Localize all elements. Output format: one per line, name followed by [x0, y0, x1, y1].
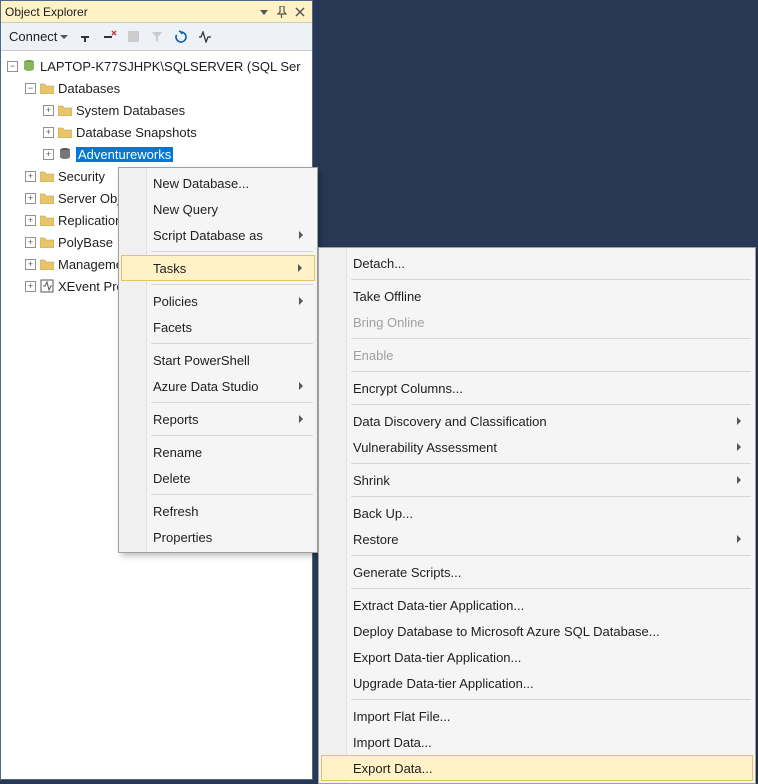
- tasks-item-generate-scripts[interactable]: Generate Scripts...: [321, 559, 753, 585]
- menu-item-facets[interactable]: Facets: [121, 314, 315, 340]
- context-menu-tasks: Detach... Take OfflineBring Online Enable E…: [318, 247, 756, 784]
- menu-item-delete[interactable]: Delete: [121, 465, 315, 491]
- menu-item-start-powershell[interactable]: Start PowerShell: [121, 347, 315, 373]
- tasks-item-import-flat-file[interactable]: Import Flat File...: [321, 703, 753, 729]
- pin-icon[interactable]: [274, 4, 290, 20]
- tasks-item-import-data[interactable]: Import Data...: [321, 729, 753, 755]
- tasks-item-vulnerability-assessment[interactable]: Vulnerability Assessment: [321, 434, 753, 460]
- folder-icon: [39, 212, 55, 228]
- tasks-item-extract-data-tier-application[interactable]: Extract Data-tier Application...: [321, 592, 753, 618]
- context-menu-database: New Database...New QueryScript Database …: [118, 167, 318, 553]
- filter-icon: [147, 26, 167, 48]
- tasks-item-enable: Enable: [321, 342, 753, 368]
- menu-item-policies[interactable]: Policies: [121, 288, 315, 314]
- server-icon: [21, 58, 37, 74]
- tasks-item-export-data[interactable]: Export Data...: [321, 755, 753, 781]
- menu-item-new-query[interactable]: New Query: [121, 196, 315, 222]
- tasks-item-deploy-database-to-microsoft-azure-sql-database[interactable]: Deploy Database to Microsoft Azure SQL D…: [321, 618, 753, 644]
- tree-node-databases[interactable]: − Databases: [1, 77, 312, 99]
- menu-separator: [151, 402, 313, 403]
- disconnect-all-icon[interactable]: [99, 26, 119, 48]
- folder-icon: [39, 80, 55, 96]
- menu-separator: [351, 404, 751, 405]
- tree-node-server[interactable]: − LAPTOP-K77SJHPK\SQLSERVER (SQL Ser: [1, 55, 312, 77]
- panel-title: Object Explorer: [5, 5, 254, 19]
- tree-node-snapshots[interactable]: + Database Snapshots: [1, 121, 312, 143]
- menu-separator: [351, 463, 751, 464]
- folder-icon: [57, 124, 73, 140]
- menu-separator: [151, 494, 313, 495]
- disconnect-icon[interactable]: [75, 26, 95, 48]
- menu-item-new-database[interactable]: New Database...: [121, 170, 315, 196]
- menu-separator: [351, 588, 751, 589]
- expand-icon[interactable]: +: [43, 149, 54, 160]
- toolbar: Connect: [1, 23, 312, 51]
- menu-item-azure-data-studio[interactable]: Azure Data Studio: [121, 373, 315, 399]
- menu-separator: [351, 555, 751, 556]
- expand-icon[interactable]: +: [25, 215, 36, 226]
- expand-icon[interactable]: +: [25, 171, 36, 182]
- menu-item-rename[interactable]: Rename: [121, 439, 315, 465]
- menu-item-script-database-as[interactable]: Script Database as: [121, 222, 315, 248]
- tasks-item-export-data-tier-application[interactable]: Export Data-tier Application...: [321, 644, 753, 670]
- expand-icon[interactable]: +: [25, 193, 36, 204]
- collapse-icon[interactable]: −: [25, 83, 36, 94]
- tasks-item-bring-online: Bring Online: [321, 309, 753, 335]
- collapse-icon[interactable]: −: [7, 61, 18, 72]
- panel-header: Object Explorer: [1, 1, 312, 23]
- tasks-item-upgrade-data-tier-application[interactable]: Upgrade Data-tier Application...: [321, 670, 753, 696]
- folder-icon: [39, 190, 55, 206]
- expand-icon[interactable]: +: [25, 237, 36, 248]
- tasks-item-back-up[interactable]: Back Up...: [321, 500, 753, 526]
- folder-icon: [39, 168, 55, 184]
- expand-icon[interactable]: +: [25, 281, 36, 292]
- menu-separator: [351, 496, 751, 497]
- menu-separator: [351, 371, 751, 372]
- menu-item-refresh[interactable]: Refresh: [121, 498, 315, 524]
- menu-separator: [151, 343, 313, 344]
- tree-node-system-databases[interactable]: + System Databases: [1, 99, 312, 121]
- tasks-item-detach[interactable]: Detach...: [321, 250, 753, 276]
- folder-icon: [57, 102, 73, 118]
- stop-icon: [123, 26, 143, 48]
- menu-separator: [151, 435, 313, 436]
- tasks-item-data-discovery-and-classification[interactable]: Data Discovery and Classification: [321, 408, 753, 434]
- tasks-item-take-offline[interactable]: Take Offline: [321, 283, 753, 309]
- database-icon: [57, 146, 73, 162]
- close-icon[interactable]: [292, 4, 308, 20]
- connect-button[interactable]: Connect: [5, 26, 71, 48]
- activity-icon[interactable]: [195, 26, 215, 48]
- menu-item-properties[interactable]: Properties: [121, 524, 315, 550]
- tree-node-adventureworks[interactable]: + Adventureworks: [1, 143, 312, 165]
- menu-separator: [351, 699, 751, 700]
- menu-separator: [151, 251, 313, 252]
- folder-icon: [39, 256, 55, 272]
- expand-icon[interactable]: +: [25, 259, 36, 270]
- expand-icon[interactable]: +: [43, 127, 54, 138]
- menu-item-tasks[interactable]: Tasks: [121, 255, 315, 281]
- menu-separator: [351, 338, 751, 339]
- expand-icon[interactable]: +: [43, 105, 54, 116]
- refresh-icon[interactable]: [171, 26, 191, 48]
- dropdown-icon[interactable]: [256, 4, 272, 20]
- xevent-icon: [39, 278, 55, 294]
- menu-separator: [151, 284, 313, 285]
- tasks-item-encrypt-columns[interactable]: Encrypt Columns...: [321, 375, 753, 401]
- tasks-item-restore[interactable]: Restore: [321, 526, 753, 552]
- menu-separator: [351, 279, 751, 280]
- tasks-item-shrink[interactable]: Shrink: [321, 467, 753, 493]
- menu-item-reports[interactable]: Reports: [121, 406, 315, 432]
- folder-icon: [39, 234, 55, 250]
